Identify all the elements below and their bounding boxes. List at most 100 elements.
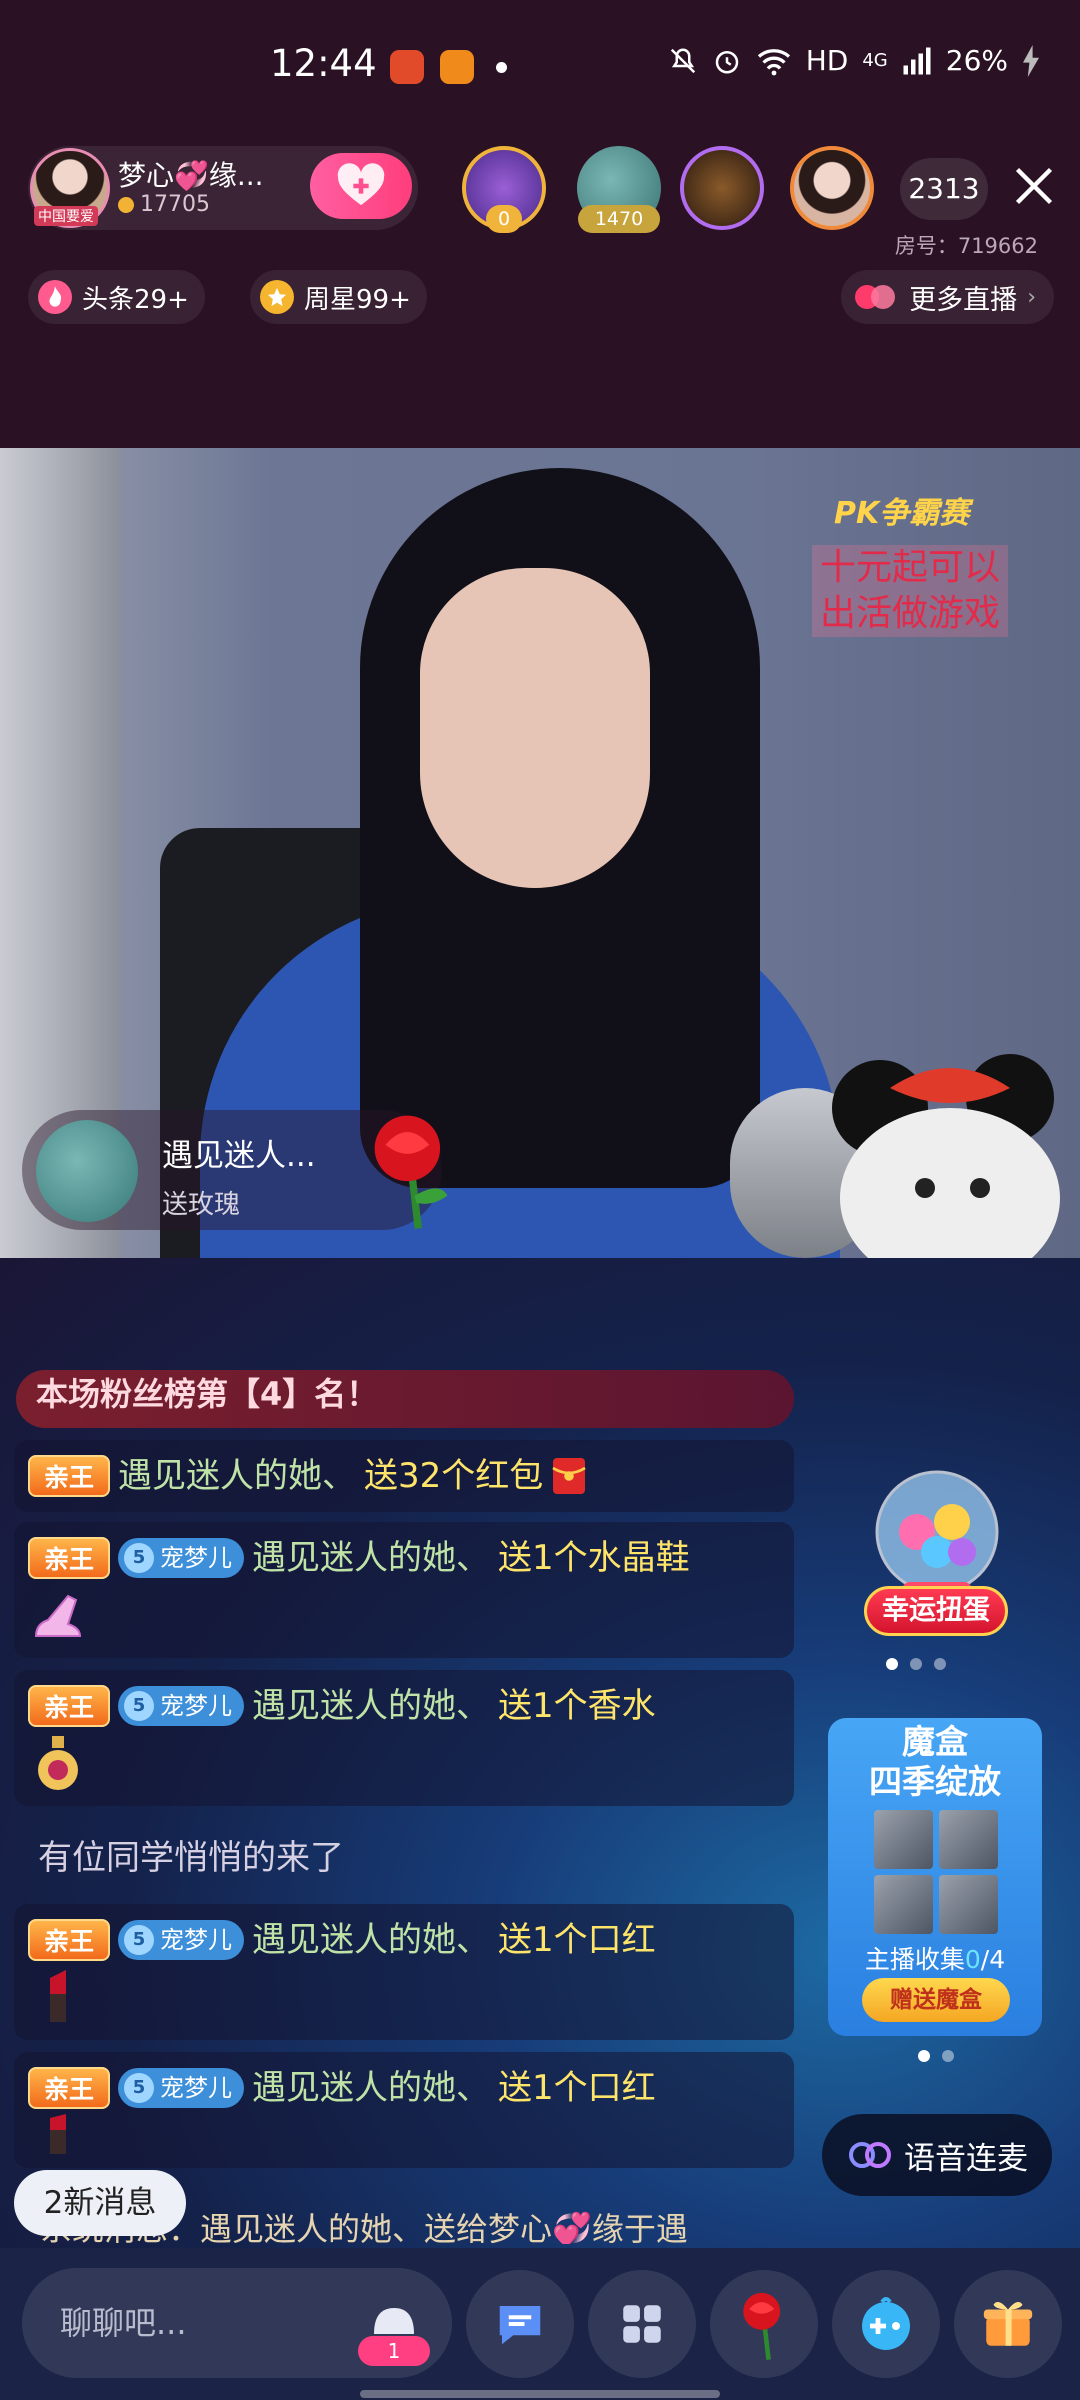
status-bar: 12:44 HD 4G 26% <box>0 0 1080 135</box>
chat-gift-action: 送1个口红 <box>498 1920 656 1960</box>
pet-badge: 5 宠梦儿 <box>118 1686 245 1726</box>
close-icon[interactable] <box>1012 164 1056 208</box>
pk-tag: PK争霸赛 <box>834 496 970 531</box>
room-number: 房号：719662 <box>894 234 1038 258</box>
link-rings-icon <box>849 2142 891 2168</box>
king-badge: 亲王 <box>28 1919 111 1961</box>
alarm-icon <box>715 50 738 73</box>
grid-icon <box>623 2305 661 2343</box>
rose-icon <box>743 2292 781 2360</box>
pet-badge: 5 宠梦儿 <box>118 2068 245 2108</box>
flame-icon <box>38 280 72 314</box>
host-name: 梦心💞缘... <box>118 159 264 192</box>
pet-level: 5 <box>124 1925 155 1955</box>
king-badge: 亲王 <box>28 1455 111 1497</box>
danmaku-button[interactable] <box>466 2270 574 2378</box>
signal-label: 4G <box>862 50 888 71</box>
chat-username[interactable]: 遇见迷人的她、 <box>252 2062 490 2114</box>
gift-magic-box-button[interactable]: 赠送魔盒 <box>862 1978 1010 2022</box>
chat-gift-action: 送1个香水 <box>498 1686 656 1726</box>
game-controller-icon <box>862 2297 910 2350</box>
home-indicator[interactable] <box>360 2390 720 2398</box>
chat-username[interactable]: 遇见迷人的她、 <box>252 1914 490 1966</box>
red-envelope-icon <box>552 1458 587 1494</box>
lottery-button[interactable]: 幸运扭蛋 <box>864 1586 1008 1636</box>
network-label: HD <box>805 44 849 77</box>
pet-level: 5 <box>124 1543 155 1573</box>
status-right-cluster: HD 4G 26% <box>668 44 1040 77</box>
mute-icon <box>670 47 695 73</box>
status-time: 12:44 <box>270 42 377 85</box>
voice-link-button[interactable]: 语音连麦 <box>822 2114 1052 2196</box>
chevron-right-icon: › <box>1027 284 1036 310</box>
coin-icon <box>118 196 134 213</box>
host-follower-count: 17705 <box>118 192 210 217</box>
weekly-star-chip[interactable]: 周星99+ <box>250 270 427 324</box>
chat-gift-action: 送32个红包 <box>364 1456 544 1496</box>
chat-gift-action: 送1个水晶鞋 <box>498 1538 690 1578</box>
system-message: 有位同学悄悄的来了 <box>38 1838 344 1878</box>
battery-label: 26% <box>945 44 1008 77</box>
more-apps-button[interactable] <box>588 2270 696 2378</box>
heart-plus-icon <box>337 163 385 206</box>
more-live-button[interactable]: 更多直播 › <box>841 270 1054 324</box>
chat-gift-action: 送1个口红 <box>498 2068 656 2108</box>
follow-button[interactable] <box>310 153 412 219</box>
gift-button[interactable] <box>954 2270 1062 2378</box>
chat-username[interactable]: 遇见迷人的她、 <box>252 1532 490 1584</box>
gift-action: 送玫瑰 <box>162 1190 241 1220</box>
pet-level: 5 <box>124 1691 155 1721</box>
headline-chip[interactable]: 头条29+ <box>28 270 205 324</box>
video-plush-toy <box>832 1054 1060 1258</box>
top-viewer-avatar[interactable] <box>680 146 764 230</box>
king-badge: 亲王 <box>28 1685 111 1727</box>
notification-app-icon <box>390 50 424 84</box>
gift-sender-name: 遇见迷人... <box>162 1138 316 1174</box>
chat-message[interactable]: 亲王 5 宠梦儿 遇见迷人的她、 送1个口红 <box>14 1904 794 2040</box>
magic-box-collect: 主播收集0/4 <box>864 1945 1006 1974</box>
lipstick-icon <box>50 1970 66 2022</box>
promo-text: 十元起可以出活做游戏 <box>812 545 1008 637</box>
star-icon <box>260 280 294 314</box>
host-avatar-caption: 中国要爱 <box>34 206 98 226</box>
wifi-icon <box>757 48 790 75</box>
top-viewer-avatar[interactable] <box>790 146 874 230</box>
crystal-shoe-icon <box>34 1594 82 1637</box>
chat-username[interactable]: 遇见迷人的她、 <box>118 1450 356 1502</box>
online-count[interactable]: 2313 <box>900 158 988 220</box>
new-messages-button[interactable]: 2新消息 <box>14 2170 186 2236</box>
notification-app-icon <box>440 50 474 84</box>
chat-username[interactable]: 遇见迷人的她、 <box>252 1680 490 1732</box>
perfume-icon <box>38 1736 78 1790</box>
fan-rank-banner: 本场粉丝榜第【4】名！ <box>16 1370 794 1428</box>
magic-box-page-dots <box>918 2050 954 2062</box>
game-button[interactable] <box>832 2270 940 2378</box>
video-streamer-face <box>420 568 650 888</box>
pet-badge: 5 宠梦儿 <box>118 1538 245 1578</box>
chat-message[interactable]: 亲王 5 宠梦儿 遇见迷人的她、 送1个香水 <box>14 1670 794 1806</box>
lottery-page-dots <box>886 1658 946 1670</box>
rose-icon <box>374 1115 448 1229</box>
top-viewer-badge: 1470 <box>578 205 660 233</box>
magic-box-title: 魔盒 四季绽放 <box>869 1722 1001 1801</box>
gift-box-icon <box>983 2301 1033 2346</box>
signal-icon <box>903 47 931 74</box>
king-badge: 亲王 <box>28 2067 111 2109</box>
magic-box-grid <box>874 1810 998 1934</box>
lipstick-icon <box>50 2114 66 2154</box>
fan-club-icon[interactable]: 1 <box>354 2300 434 2370</box>
notification-dot-icon <box>496 62 507 73</box>
top-viewer-badge: 0 <box>486 205 522 233</box>
king-badge: 亲王 <box>28 1537 111 1579</box>
chat-message[interactable]: 亲王 5 宠梦儿 遇见迷人的她、 送1个水晶鞋 <box>14 1522 794 1658</box>
fan-club-badge-count: 1 <box>388 2339 401 2363</box>
rose-gift-button[interactable] <box>710 2270 818 2378</box>
live-rings-icon <box>855 285 896 309</box>
gift-sender-avatar[interactable] <box>36 1120 138 1222</box>
chat-bubble-icon <box>499 2306 541 2345</box>
chat-message[interactable]: 亲王 5 宠梦儿 遇见迷人的她、 送1个口红 <box>14 2052 794 2168</box>
pet-badge: 5 宠梦儿 <box>118 1920 245 1960</box>
chat-message[interactable]: 亲王 遇见迷人的她、 送32个红包 <box>14 1440 794 1512</box>
charging-icon <box>1023 44 1039 77</box>
pet-level: 5 <box>124 2073 155 2103</box>
